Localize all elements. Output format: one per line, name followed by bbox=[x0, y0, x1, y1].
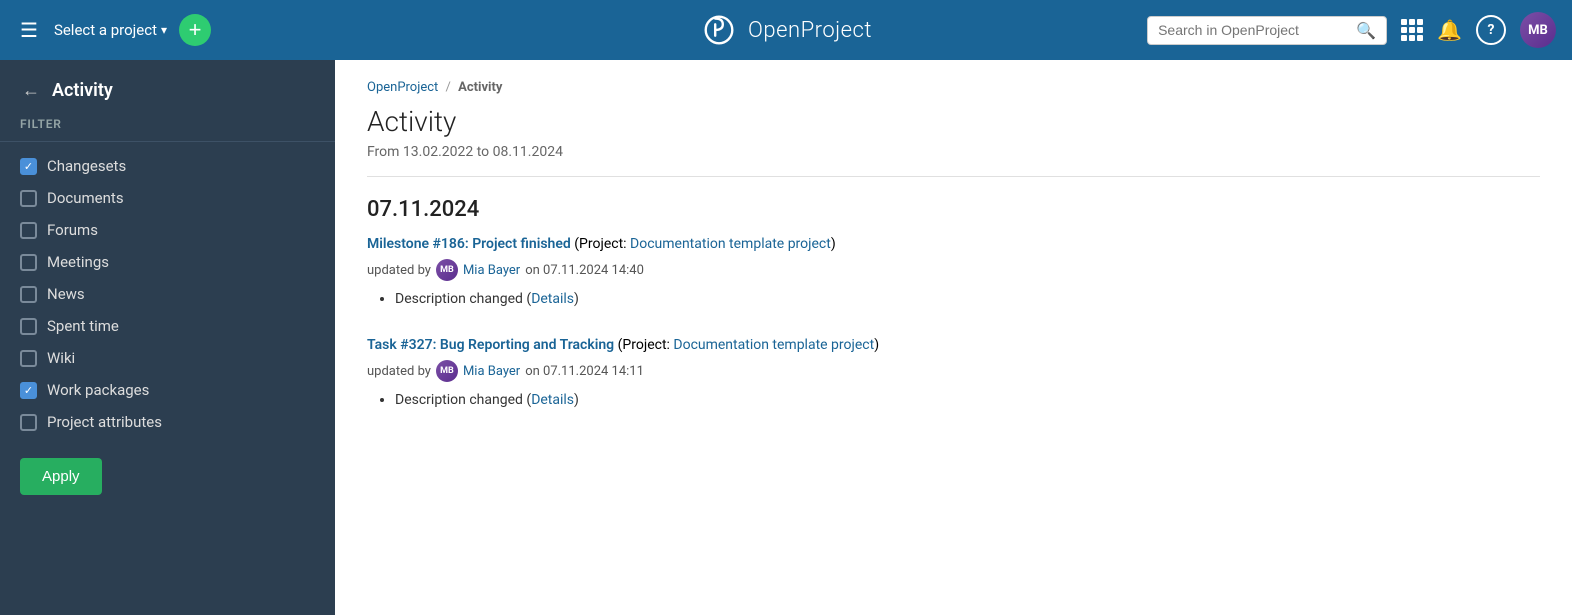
breadcrumb: OpenProject / Activity bbox=[367, 80, 1540, 95]
page-title: Activity bbox=[367, 105, 1540, 138]
sidebar-header: ← Activity bbox=[0, 60, 335, 117]
filter-checkbox-wiki[interactable] bbox=[20, 350, 37, 367]
activity-user-link[interactable]: Mia Bayer bbox=[463, 364, 520, 379]
notifications-bell-icon[interactable]: 🔔 bbox=[1437, 18, 1462, 42]
activity-changes-list: Description changed (Details) bbox=[367, 392, 1540, 408]
avatar[interactable]: MB bbox=[1520, 12, 1556, 48]
activity-detail-link[interactable]: Details bbox=[531, 291, 574, 307]
activity-item-title: Milestone #186: Project finished (Projec… bbox=[367, 234, 1540, 255]
filter-label: FILTER bbox=[0, 117, 335, 142]
search-bar[interactable]: 🔍 bbox=[1147, 16, 1387, 45]
activity-item: Task #327: Bug Reporting and Tracking (P… bbox=[367, 335, 1540, 408]
activity-changes-list: Description changed (Details) bbox=[367, 291, 1540, 307]
filter-item-news[interactable]: News bbox=[0, 278, 335, 310]
filter-item-meetings[interactable]: Meetings bbox=[0, 246, 335, 278]
app-logo: OpenProject bbox=[700, 11, 872, 49]
filter-label-work-packages: Work packages bbox=[47, 381, 149, 399]
filter-item-project-attributes[interactable]: Project attributes bbox=[0, 406, 335, 438]
activity-project-link[interactable]: Documentation template project bbox=[673, 337, 874, 353]
activity-detail-link[interactable]: Details bbox=[531, 392, 574, 408]
filter-item-spent-time[interactable]: Spent time bbox=[0, 310, 335, 342]
search-input[interactable] bbox=[1158, 22, 1350, 38]
breadcrumb-parent-link[interactable]: OpenProject bbox=[367, 80, 438, 95]
activity-change-item: Description changed (Details) bbox=[395, 392, 1540, 408]
filter-checkbox-documents[interactable] bbox=[20, 190, 37, 207]
activity-change-item: Description changed (Details) bbox=[395, 291, 1540, 307]
project-select[interactable]: Select a project ▾ bbox=[54, 21, 167, 39]
filter-list: Changesets Documents Forums Meetings News Spe… bbox=[0, 150, 335, 438]
filter-label-documents: Documents bbox=[47, 189, 124, 207]
filter-checkbox-forums[interactable] bbox=[20, 222, 37, 239]
nav-right-actions: 🔍 🔔 ? MB bbox=[1147, 12, 1556, 48]
filter-label-news: News bbox=[47, 285, 85, 303]
filter-label-wiki: Wiki bbox=[47, 349, 75, 367]
search-icon: 🔍 bbox=[1356, 21, 1376, 40]
help-icon[interactable]: ? bbox=[1476, 15, 1506, 45]
activity-user-avatar: MB bbox=[436, 360, 458, 382]
hamburger-icon[interactable]: ☰ bbox=[16, 14, 42, 46]
activity-title-link[interactable]: Milestone #186: Project finished bbox=[367, 236, 571, 252]
activity-groups: 07.11.2024 Milestone #186: Project finish… bbox=[367, 197, 1540, 408]
main-layout: ← Activity FILTER Changesets Documents For… bbox=[0, 60, 1572, 615]
filter-checkbox-news[interactable] bbox=[20, 286, 37, 303]
filter-item-forums[interactable]: Forums bbox=[0, 214, 335, 246]
sidebar: ← Activity FILTER Changesets Documents For… bbox=[0, 60, 335, 615]
activity-date-header: 07.11.2024 bbox=[367, 197, 1540, 222]
activity-meta: updated by MBMia Bayer on 07.11.2024 14:… bbox=[367, 259, 1540, 281]
date-range: From 13.02.2022 to 08.11.2024 bbox=[367, 144, 1540, 177]
activity-title-link[interactable]: Task #327: Bug Reporting and Tracking bbox=[367, 337, 614, 353]
activity-meta: updated by MBMia Bayer on 07.11.2024 14:… bbox=[367, 360, 1540, 382]
filter-item-changesets[interactable]: Changesets bbox=[0, 150, 335, 182]
top-navigation: ☰ Select a project ▾ + OpenProject 🔍 🔔 ?… bbox=[0, 0, 1572, 60]
activity-user-avatar: MB bbox=[436, 259, 458, 281]
filter-item-documents[interactable]: Documents bbox=[0, 182, 335, 214]
add-project-button[interactable]: + bbox=[179, 14, 211, 46]
filter-label-meetings: Meetings bbox=[47, 253, 109, 271]
filter-label-spent-time: Spent time bbox=[47, 317, 119, 335]
chevron-down-icon: ▾ bbox=[161, 23, 167, 37]
filter-checkbox-changesets[interactable] bbox=[20, 158, 37, 175]
sidebar-back-button[interactable]: ← bbox=[20, 78, 42, 103]
filter-label-project-attributes: Project attributes bbox=[47, 413, 162, 431]
main-content: OpenProject / Activity Activity From 13.… bbox=[335, 60, 1572, 615]
breadcrumb-current: Activity bbox=[458, 80, 502, 95]
activity-item: Milestone #186: Project finished (Projec… bbox=[367, 234, 1540, 307]
filter-checkbox-project-attributes[interactable] bbox=[20, 414, 37, 431]
activity-project-link[interactable]: Documentation template project bbox=[630, 236, 831, 252]
filter-checkbox-meetings[interactable] bbox=[20, 254, 37, 271]
sidebar-title: Activity bbox=[52, 80, 113, 101]
filter-label-changesets: Changesets bbox=[47, 157, 126, 175]
apply-button[interactable]: Apply bbox=[20, 458, 102, 495]
breadcrumb-separator: / bbox=[446, 80, 451, 95]
filter-checkbox-spent-time[interactable] bbox=[20, 318, 37, 335]
activity-user-link[interactable]: Mia Bayer bbox=[463, 263, 520, 278]
filter-item-work-packages[interactable]: Work packages bbox=[0, 374, 335, 406]
filter-label-forums: Forums bbox=[47, 221, 98, 239]
grid-modules-icon[interactable] bbox=[1401, 19, 1423, 41]
filter-item-wiki[interactable]: Wiki bbox=[0, 342, 335, 374]
activity-item-title: Task #327: Bug Reporting and Tracking (P… bbox=[367, 335, 1540, 356]
filter-checkbox-work-packages[interactable] bbox=[20, 382, 37, 399]
